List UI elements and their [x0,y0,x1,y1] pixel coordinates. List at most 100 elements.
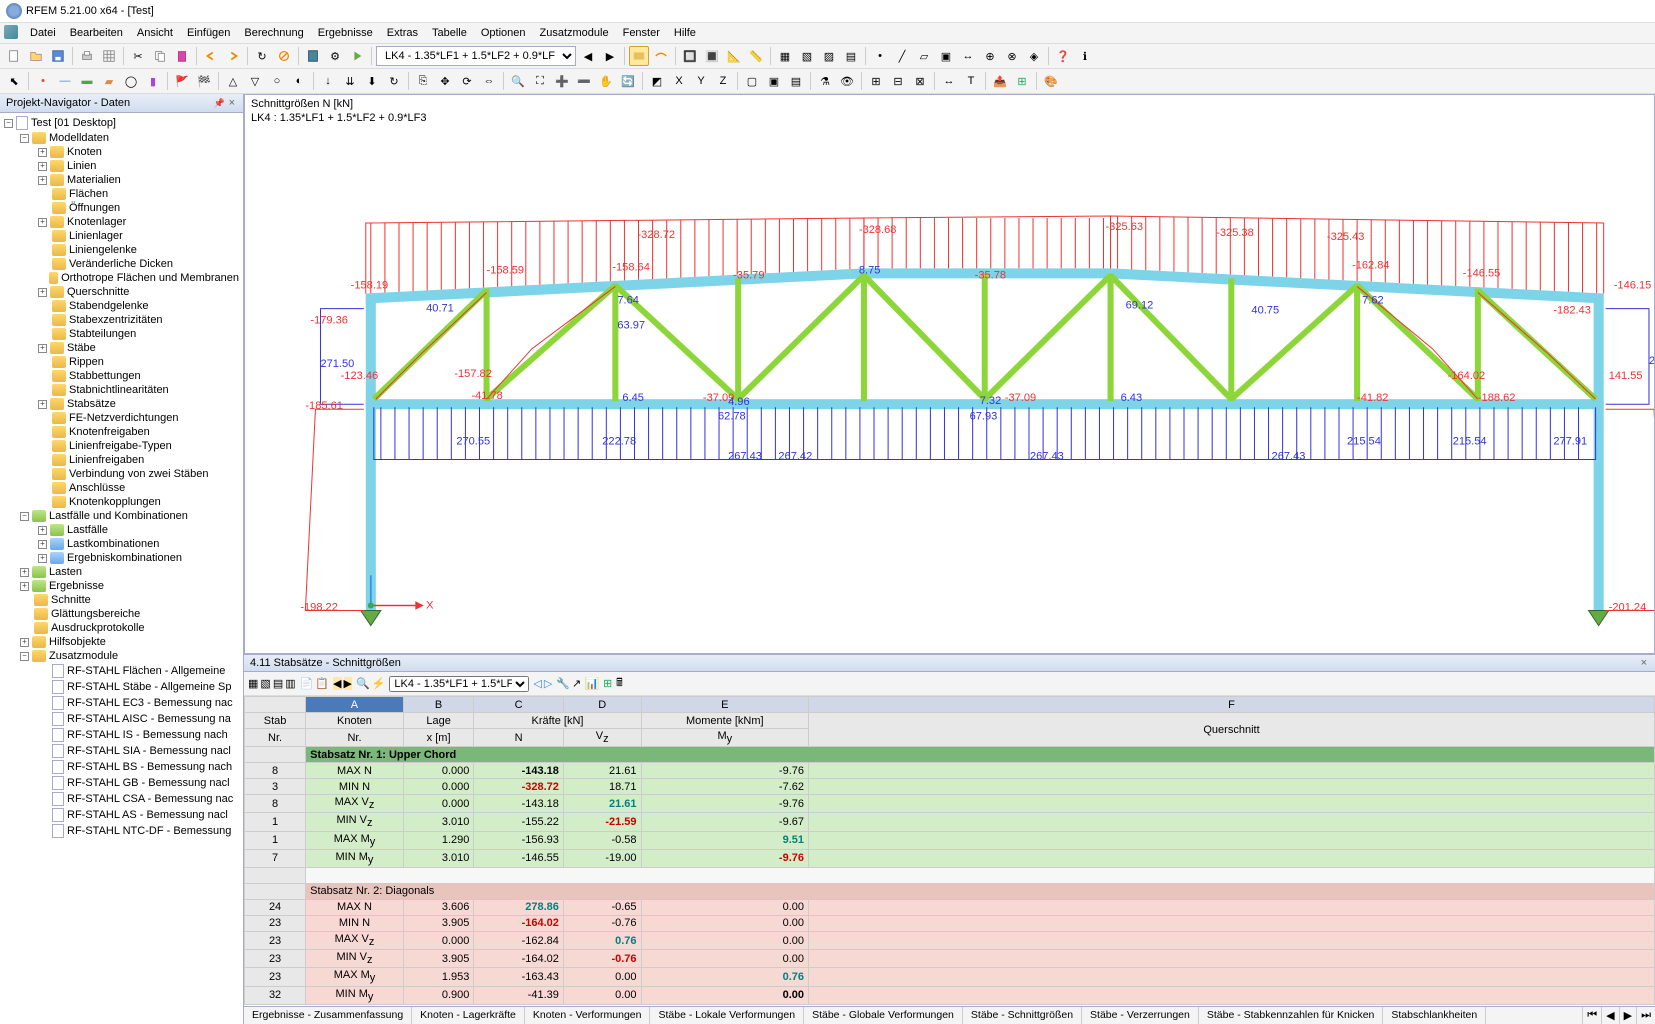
visibility-button[interactable]: 👁 [837,71,857,91]
tree-item[interactable]: Veränderliche Dicken [2,257,241,271]
tree-item[interactable]: +Lastfälle [2,523,241,537]
tb-calc-button[interactable]: 🖩 [616,674,623,693]
table-row[interactable]: 23MIN N3.905-164.02-0.760.00 [245,915,1655,931]
tree-item[interactable]: Stabbettungen [2,369,241,383]
menu-extras[interactable]: Extras [381,25,424,41]
flag2-button[interactable]: 🏁 [194,71,214,91]
color-button[interactable]: 🎨 [1041,71,1061,91]
tb-filter-right-button[interactable]: ▶ [344,677,352,690]
zoom-out-button[interactable]: ➖ [574,71,594,91]
support-n-button[interactable]: △ [223,71,243,91]
expander-icon[interactable]: + [38,176,47,185]
tb-b-button[interactable]: ▧ [260,677,270,690]
header-My[interactable]: My [641,729,808,747]
save-button[interactable] [48,46,68,66]
expander-icon[interactable]: + [38,540,47,549]
tree-item[interactable]: Anschlüsse [2,481,241,495]
hinge-button[interactable]: ○ [267,71,287,91]
tree-item[interactable]: +Materialien [2,173,241,187]
table-row[interactable]: 23MIN Vz3.905-164.02-0.760.00 [245,950,1655,968]
table-row[interactable]: 1MAX My1.290-156.93-0.589.51 [245,831,1655,849]
results-tab[interactable]: Stäbe - Lokale Verformungen [650,1007,804,1024]
menu-einfuegen[interactable]: Einfügen [181,25,236,41]
layer-3-button[interactable]: ▨ [819,46,839,66]
tree-item[interactable]: RF-STAHL SIA - Bemessung nacl [2,743,241,759]
tree-item[interactable]: RF-STAHL AS - Bemessung nacl [2,807,241,823]
tb-d-button[interactable]: ▥ [285,677,295,690]
flag-button[interactable]: 🚩 [172,71,192,91]
results-tab[interactable]: Stäbe - Schnittgrößen [963,1007,1082,1024]
expander-icon[interactable]: − [20,134,29,143]
undo-button[interactable] [201,46,221,66]
tb-c-button[interactable]: ▤ [273,677,283,690]
next-lc-button[interactable]: ▶ [600,46,620,66]
new-button[interactable] [4,46,24,66]
panel-close-button[interactable]: × [1639,657,1649,669]
tree-item[interactable]: Flächen [2,187,241,201]
tree-modelldaten[interactable]: −Modelldaten [2,131,241,145]
layer-2-button[interactable]: ▧ [797,46,817,66]
tree-item[interactable]: RF-STAHL NTC-DF - Bemessung [2,823,241,839]
header-x[interactable]: x [m] [403,729,474,747]
tree-item[interactable]: Knotenfreigaben [2,425,241,439]
header-stab[interactable]: Stab [245,713,306,729]
menu-fenster[interactable]: Fenster [617,25,666,41]
header-lage[interactable]: Lage [403,713,474,729]
view-b-button[interactable]: 🔳 [702,46,722,66]
load-s-button[interactable]: ⬇ [362,71,382,91]
view-x-button[interactable]: X [669,71,689,91]
member-button[interactable]: ▬ [77,71,97,91]
results-tab[interactable]: Knoten - Lagerkräfte [412,1007,525,1024]
table-row[interactable]: 1MIN Vz3.010-155.22-21.59-9.67 [245,813,1655,831]
tree-zusatzmodule[interactable]: −Zusatzmodule [2,649,241,663]
tree-item[interactable]: +Hilfsobjekte [2,635,241,649]
tb-i-button[interactable]: 🔧 [556,677,570,690]
view-z-button[interactable]: Z [713,71,733,91]
open-button[interactable] [26,46,46,66]
ortho-button[interactable]: ⊠ [910,71,930,91]
menu-berechnung[interactable]: Berechnung [238,25,309,41]
deform-button[interactable] [651,46,671,66]
tree-item[interactable]: +Ergebniskombinationen [2,551,241,565]
tb-prev-button[interactable]: ◁ [533,677,541,690]
stabsatz-header-row[interactable]: Stabsatz Nr. 2: Diagonals [245,883,1655,899]
tree-item[interactable]: Linienfreigabe-Typen [2,439,241,453]
menu-hilfe[interactable]: Hilfe [668,25,702,41]
view-a-button[interactable]: 🔲 [680,46,700,66]
pin-icon[interactable] [214,97,224,107]
solid-button[interactable]: ▮ [143,71,163,91]
table-row[interactable]: 8MAX Vz0.000-143.1821.61-9.76 [245,795,1655,813]
expander-icon[interactable]: + [38,400,47,409]
expander-icon[interactable]: + [38,162,47,171]
tree-lasten[interactable]: +Lasten [2,565,241,579]
results-tab[interactable]: Ergebnisse - Zusammenfassung [244,1007,412,1024]
tb-f-button[interactable]: 📋 [315,677,329,690]
tree-item[interactable]: Linienfreigaben [2,453,241,467]
tb-j-button[interactable]: ↗ [572,677,581,690]
grid2-button[interactable]: ⊟ [888,71,908,91]
pan-button[interactable]: ✋ [596,71,616,91]
tb-g-button[interactable]: 🔍 [356,677,370,690]
tool-solid-button[interactable]: ▣ [936,46,956,66]
expander-icon[interactable]: + [38,554,47,563]
header-N[interactable]: N [474,729,563,747]
expander-icon[interactable]: + [38,526,47,535]
tb-next-button[interactable]: ▷ [544,677,552,690]
col-B[interactable]: B [403,697,474,713]
tree-item[interactable]: +Knoten [2,145,241,159]
tree-item[interactable]: Schnitte [2,593,241,607]
tool-dim-button[interactable]: ↔ [958,46,978,66]
copy-obj-button[interactable]: ⎘ [413,71,433,91]
prev-lc-button[interactable]: ◀ [578,46,598,66]
copy-button[interactable] [150,46,170,66]
orbit-button[interactable]: 🔄 [618,71,638,91]
render-1-button[interactable]: ▢ [742,71,762,91]
tree-item[interactable]: FE-Netzverdichtungen [2,411,241,425]
tree-item[interactable]: Stabnichtlinearitäten [2,383,241,397]
rotate-button[interactable]: ⟳ [457,71,477,91]
navigator-close-button[interactable]: × [227,97,237,109]
view-iso-button[interactable]: ◩ [647,71,667,91]
load-m-button[interactable]: ↻ [384,71,404,91]
table-row[interactable]: 3MIN N0.000-328.7218.71-7.62 [245,779,1655,795]
tree-item[interactable]: Linienlager [2,229,241,243]
